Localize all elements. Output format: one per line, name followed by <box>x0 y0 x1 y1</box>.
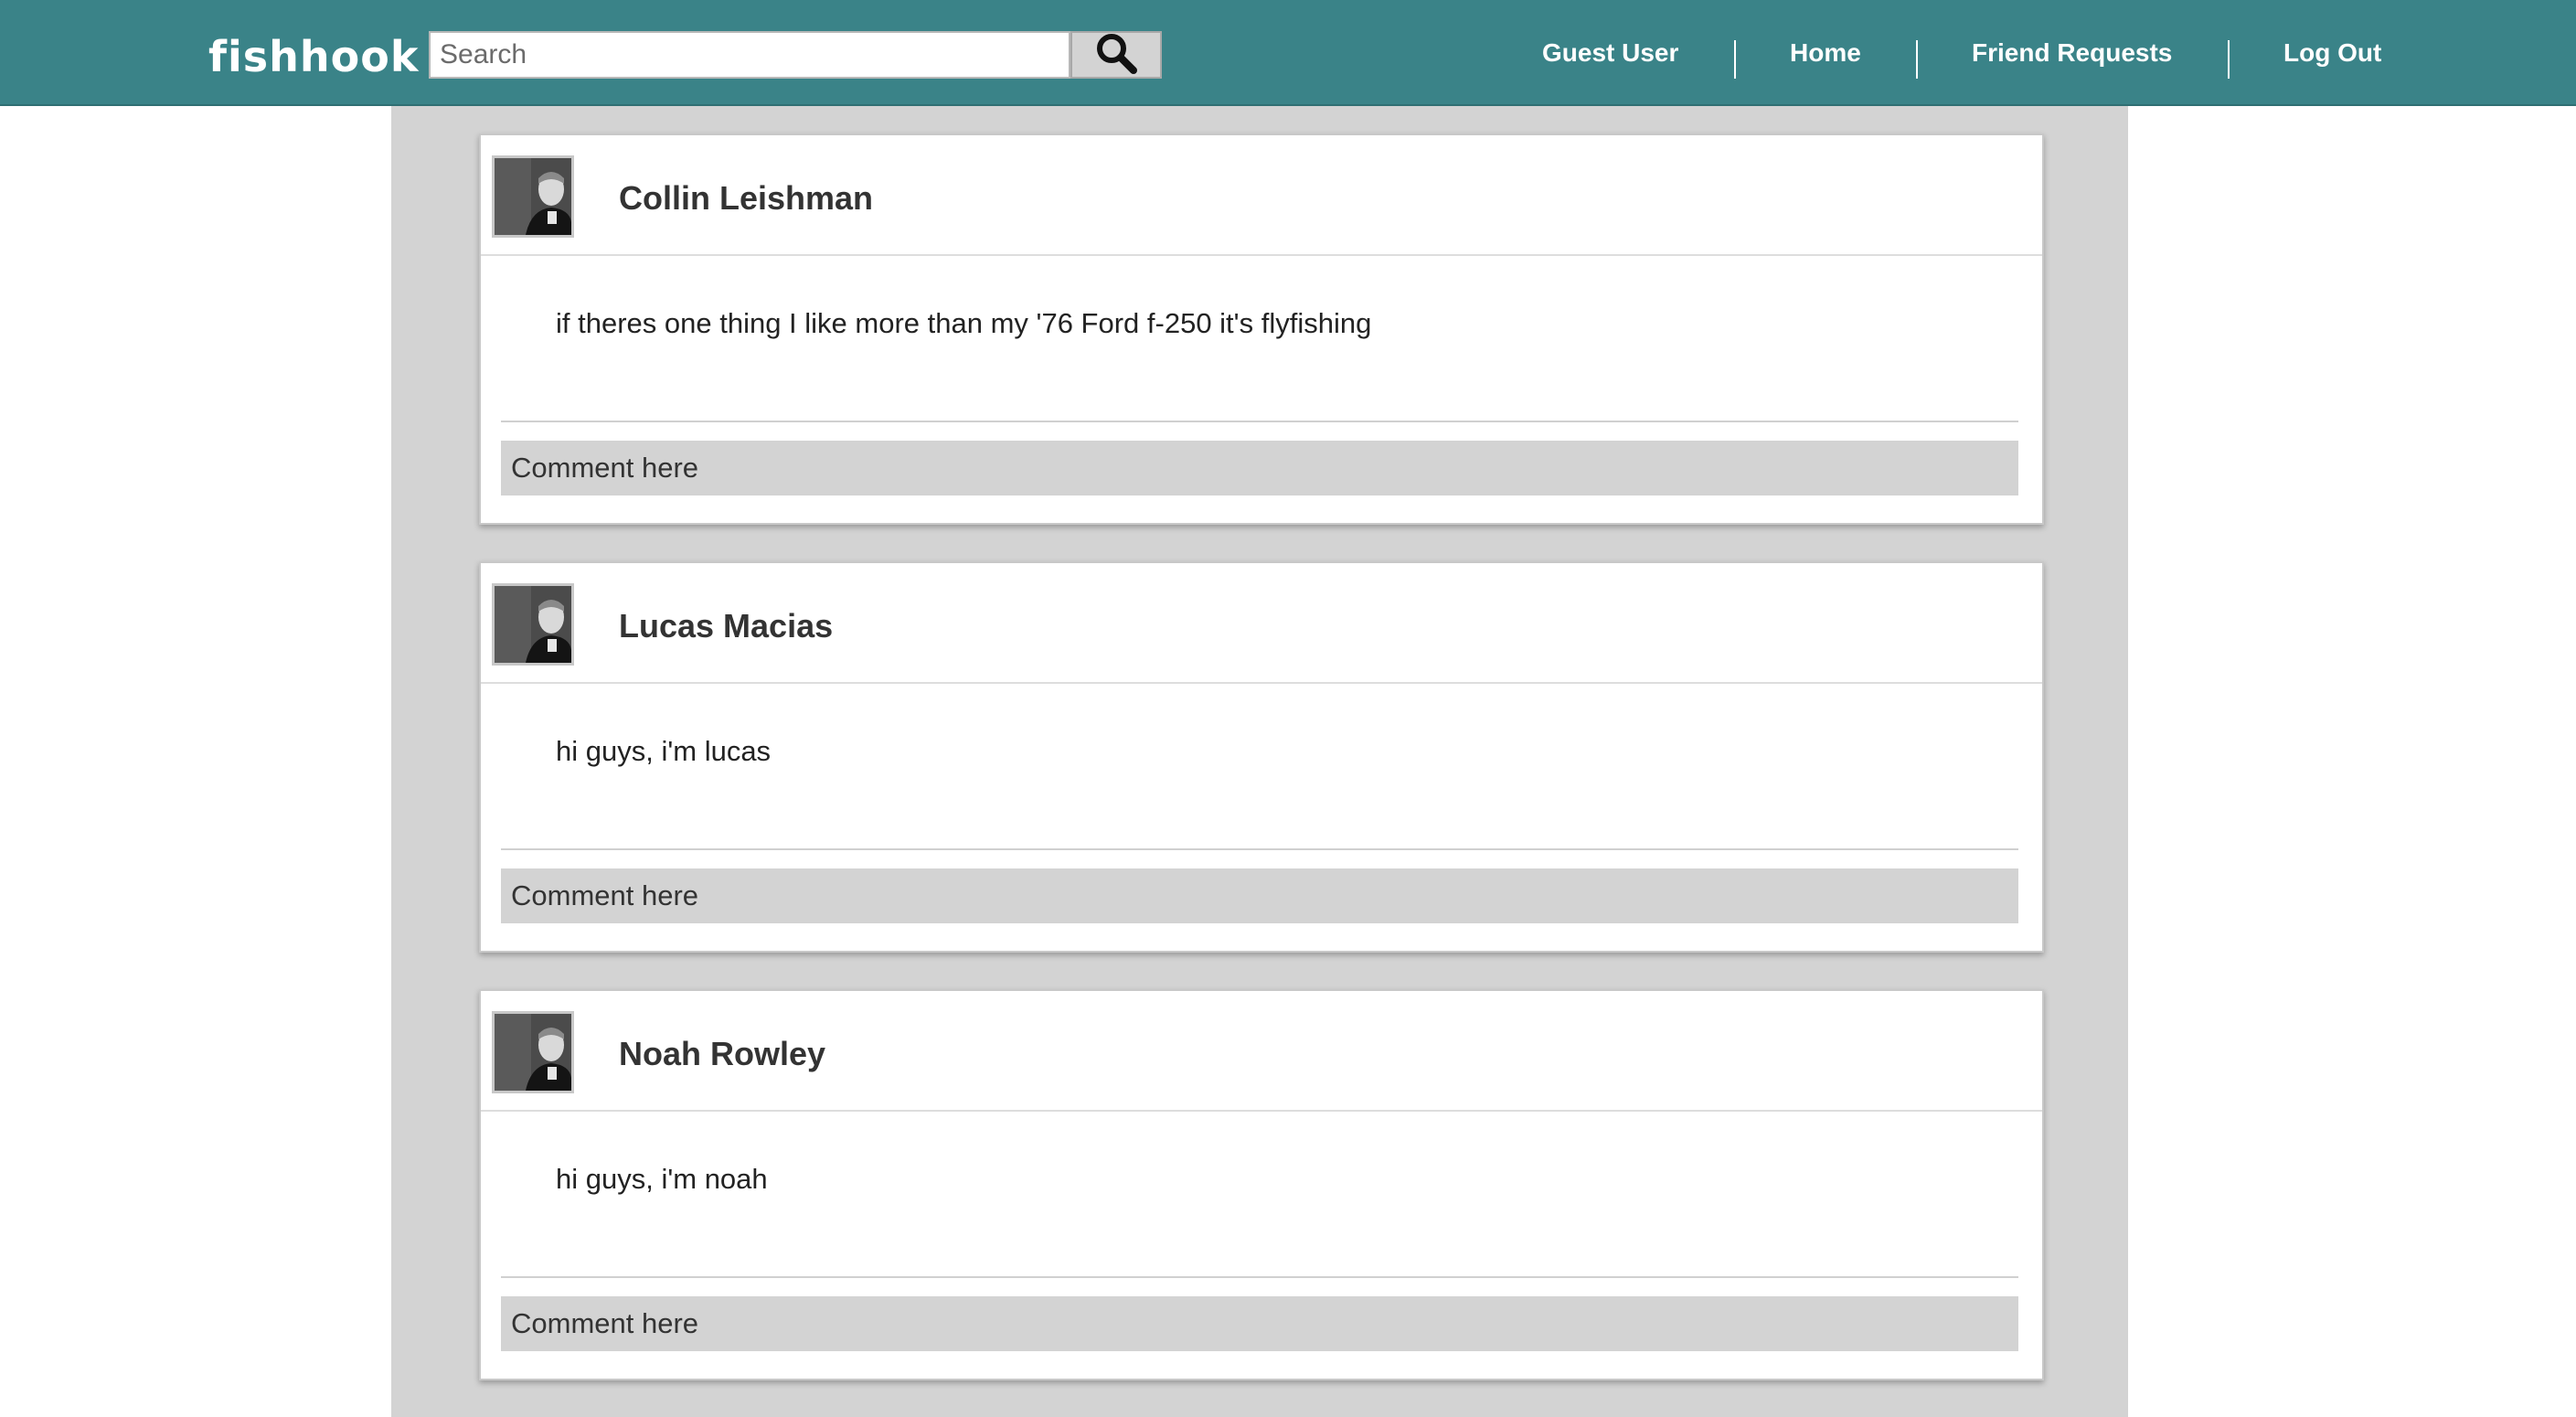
nav-separator <box>2228 40 2230 79</box>
post-author[interactable]: Lucas Macias <box>619 607 833 645</box>
comment-input[interactable] <box>501 1296 2018 1351</box>
divider <box>501 1276 2018 1278</box>
comment-input[interactable] <box>501 441 2018 495</box>
nav-separator <box>1734 40 1736 79</box>
nav-home[interactable]: Home <box>1790 38 1861 68</box>
divider <box>501 848 2018 850</box>
post-card: Lucas Macias hi guys, i'm lucas <box>479 561 2044 953</box>
divider <box>501 421 2018 422</box>
avatar[interactable] <box>492 583 574 666</box>
post-author[interactable]: Noah Rowley <box>619 1035 825 1073</box>
post-card: Collin Leishman if theres one thing I li… <box>479 133 2044 525</box>
nav-links: Guest User Home Friend Requests Log Out <box>0 0 2576 106</box>
post-header: Lucas Macias <box>481 563 2042 684</box>
post-header: Collin Leishman <box>481 135 2042 256</box>
nav-log-out[interactable]: Log Out <box>2283 38 2381 68</box>
nav-friend-requests[interactable]: Friend Requests <box>1972 38 2172 68</box>
nav-separator <box>1916 40 1918 79</box>
post-body: hi guys, i'm noah <box>556 1163 768 1195</box>
post-body: if theres one thing I like more than my … <box>556 307 1372 339</box>
top-navbar: fishhook Guest User Home Friend Requests… <box>0 0 2576 106</box>
avatar[interactable] <box>492 1011 574 1093</box>
nav-guest-user[interactable]: Guest User <box>1542 38 1678 68</box>
post-header: Noah Rowley <box>481 991 2042 1112</box>
avatar[interactable] <box>492 155 574 238</box>
feed: Collin Leishman if theres one thing I li… <box>391 106 2128 1417</box>
post-body: hi guys, i'm lucas <box>556 735 772 767</box>
post-card: Noah Rowley hi guys, i'm noah <box>479 989 2044 1380</box>
post-author[interactable]: Collin Leishman <box>619 179 873 218</box>
comment-input[interactable] <box>501 868 2018 923</box>
